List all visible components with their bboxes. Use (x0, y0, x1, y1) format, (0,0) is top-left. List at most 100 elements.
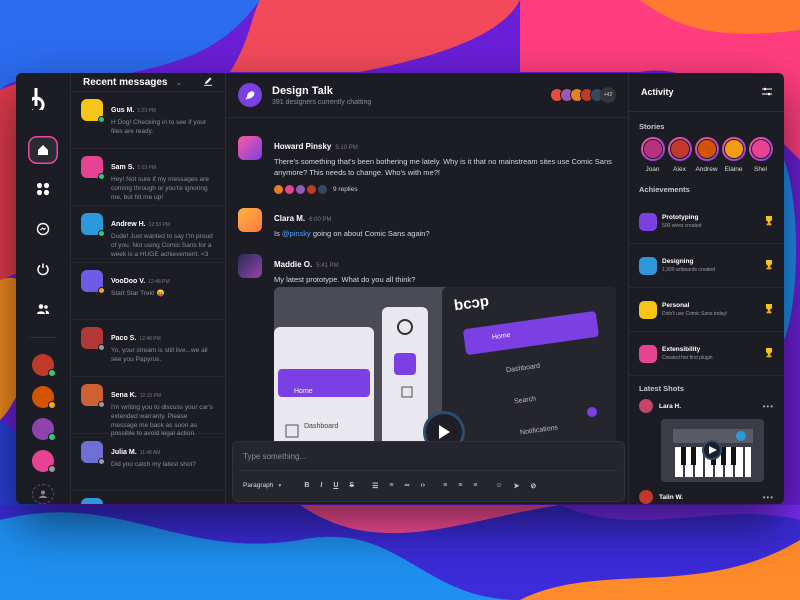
message-author[interactable]: Clara M. (274, 214, 305, 223)
message-text: My latest prototype. What do you all thi… (274, 274, 416, 284)
status-dot (98, 230, 105, 237)
story-ring (640, 137, 665, 161)
mention-link[interactable]: @pinsky (282, 229, 311, 238)
b-logo-icon[interactable] (16, 73, 71, 124)
align-left-icon[interactable]: ≡ (443, 482, 447, 489)
story-item[interactable]: Alex (666, 137, 693, 173)
message-time: 6:00 PM (309, 216, 332, 223)
reply-avatar (274, 184, 283, 194)
rail-person-4[interactable] (32, 449, 56, 473)
nav-rail (16, 73, 71, 504)
message-prefix: Is (274, 228, 282, 238)
story-ring (667, 137, 692, 161)
story-item[interactable]: Joan (639, 137, 666, 173)
conversation-item[interactable]: VooDoo V. 12:48 PM Start Star Trek! 😛 (71, 263, 225, 320)
replies-link[interactable]: 9 replies (274, 184, 616, 194)
achievements-title: Achievements (639, 185, 690, 194)
conversation-item[interactable]: Sam S. 1:03 PM Hey! Not sure if my messag… (71, 149, 225, 206)
trophy-icon (764, 213, 774, 231)
rail-person-3[interactable] (32, 417, 56, 441)
room-subtitle: 391 designers currently chatting (272, 98, 372, 106)
avatar (81, 156, 105, 180)
attach-icon[interactable]: ⊘ (530, 482, 536, 490)
more-options-icon[interactable]: ••• (763, 493, 774, 502)
message-input[interactable]: Type something... (233, 442, 624, 470)
filter-sliders-icon[interactable] (762, 83, 772, 101)
italic-button[interactable]: I (320, 482, 322, 489)
rail-person-2[interactable] (32, 385, 56, 409)
message: Clara M. 6:00 PM Is @pinsky going on abou… (238, 207, 616, 240)
achievement-item[interactable]: Extensibility Created her first plugin (629, 332, 784, 376)
conversation-item[interactable]: Sena K. 12:15 PM I'm writing you to discu… (71, 377, 225, 437)
avatar[interactable] (238, 136, 262, 160)
conversation-time: 12:48 PM (139, 336, 161, 342)
home-icon[interactable] (28, 135, 58, 164)
avatar (81, 384, 105, 408)
bullet-list-icon[interactable]: ☰ (372, 482, 378, 490)
shot-author[interactable]: Talin W. (659, 494, 683, 501)
strikethrough-button[interactable]: S (349, 482, 354, 489)
paragraph-select[interactable]: Paragraph (243, 482, 273, 489)
avatar[interactable] (238, 253, 262, 278)
power-icon[interactable] (28, 255, 58, 283)
conversation-item[interactable]: Gus M. 1:23 PM H Dog! Checking in to see … (71, 92, 225, 149)
conversation-item[interactable]: Julia M. 11:48 AM Did you catch my latest… (71, 434, 225, 491)
achievement-item[interactable]: Designing 1,300 artboards created (629, 244, 784, 288)
rail-divider (30, 336, 56, 338)
achievement-item[interactable]: Personal Didn't use Comic Sans today! (629, 288, 784, 332)
numbered-list-icon[interactable]: ≡ (389, 482, 393, 489)
recent-messages-title[interactable]: Recent messages (83, 77, 168, 88)
shot-author[interactable]: Lara H. (659, 403, 681, 410)
messenger-icon[interactable] (28, 215, 58, 243)
activity-panel: Activity Stories Joan Alex Andrew Elaine… (629, 73, 784, 504)
message-list: Howard Pinsky 5:10 PM There's something t… (226, 118, 628, 300)
link-icon[interactable]: ∞ (404, 482, 409, 489)
chat-panel: Design Talk 391 designers currently chat… (226, 73, 629, 504)
story-name: Elaine (724, 166, 743, 173)
conversation-item[interactable]: Paco S. 12:48 PM Yo, your stream is still… (71, 320, 225, 377)
achievement-list: Prototyping 500 wires created Designing … (629, 200, 784, 376)
status-dot (98, 287, 105, 294)
shot-menu-dashboard-light: Dashboard (304, 423, 339, 430)
apps-grid-icon[interactable] (28, 176, 58, 204)
story-item[interactable]: Shel (747, 137, 774, 173)
shot-thumbnail[interactable] (661, 419, 764, 482)
avatar[interactable] (238, 207, 262, 232)
avatar (639, 399, 653, 413)
send-icon[interactable]: ➤ (514, 482, 520, 490)
caret-down-icon[interactable]: ▼ (277, 483, 282, 489)
code-icon[interactable]: ‹› (420, 482, 425, 489)
conversation-item[interactable]: Andrew H.10:48 AM (71, 491, 225, 504)
app-window: Recent messages ⌄ Gus M. 1:23 PM H Dog! C… (16, 73, 784, 504)
compose-icon[interactable] (203, 73, 213, 91)
rail-person-1[interactable] (32, 353, 56, 377)
conversation-name: Julia M. (111, 449, 137, 456)
more-options-icon[interactable]: ••• (763, 402, 774, 411)
conversation-item[interactable]: Andrew H. 12:53 PM Dude! Just wanted to s… (71, 206, 225, 263)
latest-shots-title: Latest Shots (639, 384, 685, 393)
story-name: Shel (753, 166, 767, 173)
avatar (81, 498, 103, 504)
message-time: 5:41 PM (316, 262, 339, 269)
replies-count[interactable]: 9 replies (333, 186, 358, 193)
story-item[interactable]: Elaine (720, 137, 747, 173)
message-author[interactable]: Maddie O. (274, 260, 312, 269)
achievement-item[interactable]: Prototyping 500 wires created (629, 200, 784, 244)
shot-item[interactable]: Talin W. ••• (629, 490, 784, 504)
users-icon[interactable] (28, 295, 58, 323)
activity-title: Activity (641, 87, 674, 97)
status-dot (98, 458, 105, 465)
align-right-icon[interactable]: ≡ (473, 482, 477, 489)
status-dot (98, 116, 105, 123)
story-item[interactable]: Andrew (693, 137, 720, 173)
chevron-down-icon[interactable]: ⌄ (176, 78, 183, 87)
align-center-icon[interactable]: ≡ (458, 482, 462, 489)
add-person-icon[interactable] (32, 483, 54, 504)
member-avatars[interactable]: +42 (550, 87, 616, 103)
message-author[interactable]: Howard Pinsky (274, 142, 331, 151)
emoji-icon[interactable]: ☺ (495, 482, 502, 489)
shot-item[interactable]: Lara H. ••• (629, 399, 784, 482)
bold-button[interactable]: B (304, 482, 309, 489)
reply-avatar (296, 184, 305, 194)
underline-button[interactable]: U (333, 482, 338, 489)
